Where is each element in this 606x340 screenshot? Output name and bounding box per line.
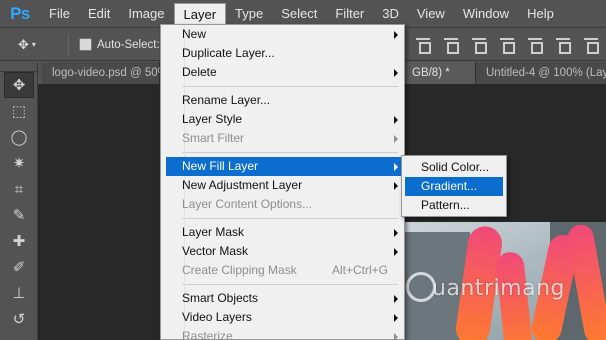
submenu-item-pattern[interactable]: Pattern... [405, 196, 503, 215]
auto-select-checkbox[interactable] [79, 38, 92, 51]
align-bottom-icon[interactable] [468, 33, 490, 55]
submenu-arrow-icon [394, 333, 398, 340]
menu-3d[interactable]: 3D [373, 3, 408, 25]
menu-item-label: Duplicate Layer... [182, 46, 275, 60]
submenu-arrow-icon [394, 229, 398, 237]
align-top-icon[interactable] [412, 33, 434, 55]
crop-tool-icon[interactable]: ⌗ [4, 176, 34, 202]
tab-logo-video[interactable]: logo-video.psd @ 50% [42, 62, 168, 84]
menu-item-new[interactable]: New [164, 25, 404, 44]
menu-item-rename-layer[interactable]: Rename Layer... [164, 91, 404, 110]
menu-item-label: Layer Content Options... [182, 197, 313, 211]
move-tool-icon[interactable]: ✥ [4, 72, 34, 98]
menu-item-smart-objects[interactable]: Smart Objects [164, 289, 404, 308]
history-brush-tool-icon[interactable]: ↺ [4, 306, 34, 332]
new-fill-layer-submenu: Solid Color... Gradient... Pattern... [401, 155, 507, 217]
menu-item-label: Smart Filter [182, 131, 245, 145]
submenu-item-gradient[interactable]: Gradient... [405, 177, 503, 196]
menu-item-label: Layer Style [182, 112, 243, 126]
tools-panel: ✥ ⬚ ◯ ✷ ⌗ ✎ ✚ ✐ ⊥ ↺ [0, 62, 38, 340]
move-icon: ✥ [18, 36, 29, 52]
photoshop-logo: Ps [10, 3, 30, 23]
submenu-arrow-icon [394, 69, 398, 77]
watermark-text: uantrimang [432, 276, 565, 301]
menu-item-new-adjustment-layer[interactable]: New Adjustment Layer [164, 176, 404, 195]
submenu-arrow-icon [394, 163, 398, 171]
menu-item-label: Create Clipping Mask [182, 263, 297, 277]
menu-item-label: Video Layers [182, 310, 252, 324]
layer-menu-dropdown: New Duplicate Layer... Delete Rename Lay… [160, 24, 405, 340]
align-left-icon[interactable] [496, 33, 518, 55]
divider [68, 33, 69, 56]
menu-item-label: New Fill Layer [182, 159, 259, 173]
menu-item-label: Vector Mask [182, 244, 249, 258]
menu-item-layer-mask[interactable]: Layer Mask [164, 223, 404, 242]
distribute-top-icon[interactable] [580, 33, 602, 55]
submenu-arrow-icon [394, 182, 398, 190]
panel-grip[interactable] [0, 62, 37, 72]
align-right-icon[interactable] [552, 33, 574, 55]
menu-edit[interactable]: Edit [79, 3, 119, 25]
submenu-arrow-icon [394, 295, 398, 303]
tab-active-document[interactable]: GB/8) * [402, 62, 476, 84]
menu-item-label: Rename Layer... [182, 93, 271, 107]
menu-help[interactable]: Help [518, 3, 563, 25]
tool-preset-picker[interactable]: ✥ ▾ [18, 32, 62, 58]
menu-item-label: Delete [182, 65, 217, 79]
menu-item-label: New [182, 27, 207, 41]
menu-item-delete[interactable]: Delete [164, 63, 404, 82]
healing-brush-tool-icon[interactable]: ✚ [4, 228, 34, 254]
menu-item-create-clipping-mask: Create Clipping Mask Alt+Ctrl+G [164, 261, 404, 280]
submenu-arrow-icon [394, 248, 398, 256]
menu-image[interactable]: Image [119, 3, 173, 25]
menu-layer[interactable]: Layer [173, 2, 227, 25]
menu-item-duplicate-layer[interactable]: Duplicate Layer... [164, 44, 404, 63]
menu-separator [182, 218, 398, 219]
menu-item-label: Layer Mask [182, 225, 245, 239]
stamp-tool-icon[interactable]: ⊥ [4, 280, 34, 306]
menu-item-label: Rasterize [182, 329, 233, 340]
align-controls [412, 33, 602, 55]
brush-tool-icon[interactable]: ✐ [4, 254, 34, 280]
align-horizontal-center-icon[interactable] [524, 33, 546, 55]
menu-file[interactable]: File [40, 3, 79, 25]
menu-separator [182, 284, 398, 285]
marquee-tool-icon[interactable]: ⬚ [4, 98, 34, 124]
menu-item-layer-style[interactable]: Layer Style [164, 110, 404, 129]
submenu-arrow-icon [394, 116, 398, 124]
submenu-arrow-icon [394, 31, 398, 39]
menu-type[interactable]: Type [226, 3, 272, 25]
menu-item-layer-content-options: Layer Content Options... [164, 195, 404, 214]
chevron-down-icon: ▾ [31, 40, 36, 49]
menu-item-rasterize: Rasterize [164, 327, 404, 340]
menu-separator [182, 86, 398, 87]
menu-item-new-fill-layer[interactable]: New Fill Layer [166, 157, 401, 176]
align-vertical-center-icon[interactable] [440, 33, 462, 55]
menu-view[interactable]: View [408, 3, 454, 25]
menu-select[interactable]: Select [272, 3, 326, 25]
menu-window[interactable]: Window [454, 3, 518, 25]
menu-filter[interactable]: Filter [326, 3, 373, 25]
menu-item-label: New Adjustment Layer [182, 178, 303, 192]
submenu-item-solid-color[interactable]: Solid Color... [405, 158, 503, 177]
submenu-arrow-icon [394, 314, 398, 322]
lasso-tool-icon[interactable]: ◯ [4, 124, 34, 150]
menu-item-shortcut: Alt+Ctrl+G [331, 263, 388, 277]
menu-separator [182, 152, 398, 153]
magic-wand-tool-icon[interactable]: ✷ [4, 150, 34, 176]
menu-item-smart-filter: Smart Filter [164, 129, 404, 148]
menu-item-vector-mask[interactable]: Vector Mask [164, 242, 404, 261]
menu-item-label: Smart Objects [182, 291, 259, 305]
tab-untitled-4[interactable]: Untitled-4 @ 100% (Layer [476, 62, 606, 84]
menu-item-video-layers[interactable]: Video Layers [164, 308, 404, 327]
auto-select-label: Auto-Select: [97, 38, 160, 51]
submenu-arrow-icon [394, 135, 398, 143]
eyedropper-tool-icon[interactable]: ✎ [4, 202, 34, 228]
